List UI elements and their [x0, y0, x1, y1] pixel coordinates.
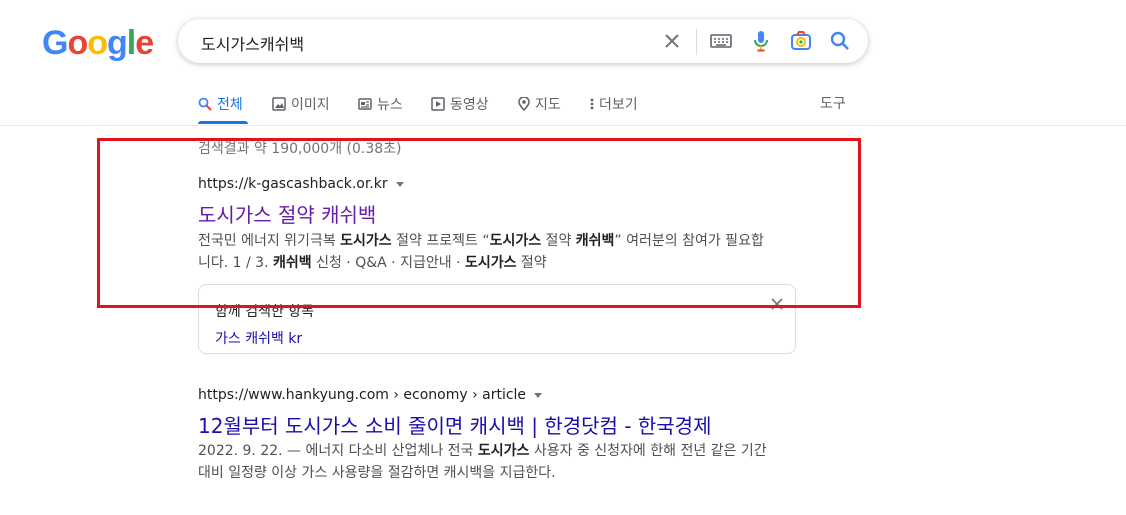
- more-vert-icon: [590, 98, 594, 110]
- tab-videos[interactable]: 동영상: [431, 94, 489, 114]
- search-icon: [198, 97, 212, 111]
- highlight-box: [97, 138, 861, 308]
- keyboard-icon[interactable]: [709, 29, 733, 53]
- search-box[interactable]: 도시가스캐쉬백: [178, 19, 868, 63]
- header-divider: [0, 125, 1126, 126]
- tab-all[interactable]: 전체: [198, 94, 243, 114]
- active-tab-indicator: [198, 121, 248, 124]
- tab-maps-label: 지도: [535, 97, 561, 113]
- snippet-line: 대비 일정량 이상 가스 사용량을 절감하면 캐시백을 지급한다.: [198, 465, 556, 481]
- video-icon: [431, 97, 445, 111]
- tools-button[interactable]: 도구: [820, 93, 846, 113]
- tab-videos-label: 동영상: [450, 97, 489, 113]
- tab-news-label: 뉴스: [377, 97, 403, 113]
- search-icon[interactable]: [828, 29, 852, 53]
- map-pin-icon: [518, 97, 530, 111]
- image-icon: [272, 97, 286, 111]
- tab-images-label: 이미지: [291, 97, 330, 113]
- chevron-down-icon[interactable]: [534, 392, 543, 398]
- tab-news[interactable]: 뉴스: [358, 94, 403, 114]
- snippet-line: 2022. 9. 22. — 에너지 다소비 산업체나 전국 도시가스 사용자 …: [198, 443, 767, 459]
- tab-all-label: 전체: [217, 97, 243, 113]
- google-logo[interactable]: Google: [42, 24, 154, 64]
- result-url-text: https://www.hankyung.com › economy › art…: [198, 387, 527, 403]
- search-input[interactable]: 도시가스캐쉬백: [201, 31, 304, 55]
- tab-images[interactable]: 이미지: [272, 94, 330, 114]
- search-divider: [696, 29, 697, 55]
- tab-more[interactable]: 더보기: [590, 94, 638, 114]
- tab-maps[interactable]: 지도: [518, 94, 561, 114]
- clear-icon[interactable]: [660, 29, 684, 53]
- result-url[interactable]: https://www.hankyung.com › economy › art…: [198, 387, 543, 403]
- result-title[interactable]: 12월부터 도시가스 소비 줄이면 캐시백 | 한경닷컴 - 한국경제: [198, 410, 711, 439]
- result-snippet: 2022. 9. 22. — 에너지 다소비 산업체나 전국 도시가스 사용자 …: [198, 440, 818, 484]
- camera-icon[interactable]: [789, 29, 813, 53]
- microphone-icon[interactable]: [749, 29, 773, 53]
- tab-more-label: 더보기: [599, 97, 638, 113]
- news-icon: [358, 98, 372, 110]
- related-search-link[interactable]: 가스 캐쉬백 kr: [215, 328, 302, 348]
